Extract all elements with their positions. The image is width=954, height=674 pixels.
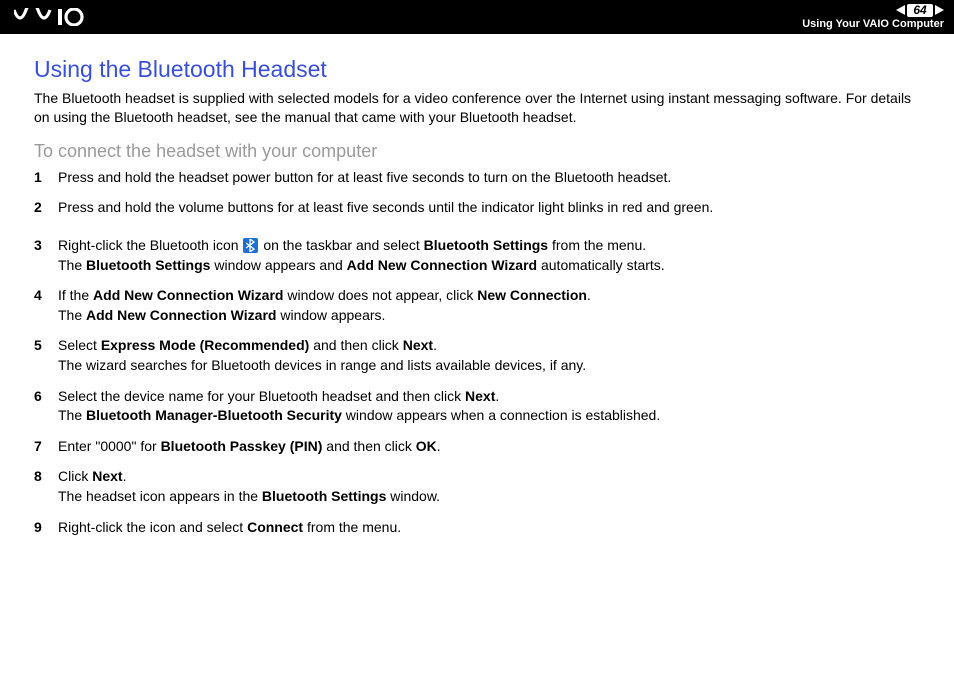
bold-text: Add New Connection Wizard — [86, 307, 276, 323]
bold-text: Add New Connection Wizard — [347, 257, 537, 273]
steps-list: 1 Press and hold the headset power butto… — [34, 168, 920, 537]
page-nav: 64 — [896, 4, 944, 17]
step-text: The headset icon appears in the — [58, 488, 262, 504]
subheading: To connect the headset with your compute… — [34, 141, 920, 162]
intro-paragraph: The Bluetooth headset is supplied with s… — [34, 89, 920, 127]
step-text: Enter "0000" for — [58, 438, 161, 454]
step-8: 8 Click Next. The headset icon appears i… — [34, 467, 920, 506]
step-1: 1 Press and hold the headset power butto… — [34, 168, 920, 188]
step-number: 4 — [34, 286, 42, 306]
step-text: If the — [58, 287, 93, 303]
prev-page-arrow-icon[interactable] — [896, 5, 905, 15]
bold-text: OK — [416, 438, 437, 454]
step-text: window appears and — [210, 257, 346, 273]
step-text: window appears. — [276, 307, 385, 323]
step-4: 4 If the Add New Connection Wizard windo… — [34, 286, 920, 325]
step-6: 6 Select the device name for your Blueto… — [34, 387, 920, 426]
vaio-logo — [14, 8, 106, 26]
breadcrumb: Using Your VAIO Computer — [802, 18, 944, 30]
bold-text: Add New Connection Wizard — [93, 287, 283, 303]
page-number: 64 — [907, 4, 933, 17]
step-text: . — [433, 337, 437, 353]
step-text: window. — [386, 488, 440, 504]
bold-text: Bluetooth Passkey (PIN) — [161, 438, 323, 454]
step-text: Select — [58, 337, 101, 353]
bold-text: Express Mode (Recommended) — [101, 337, 310, 353]
bold-text: Next — [465, 388, 495, 404]
step-number: 9 — [34, 518, 42, 538]
bold-text: Bluetooth Manager-Bluetooth Security — [86, 407, 342, 423]
step-text: and then click — [322, 438, 415, 454]
step-number: 5 — [34, 336, 42, 356]
step-5: 5 Select Express Mode (Recommended) and … — [34, 336, 920, 375]
page-content: Using the Bluetooth Headset The Bluetoot… — [0, 34, 954, 568]
step-text: . — [437, 438, 441, 454]
step-7: 7 Enter "0000" for Bluetooth Passkey (PI… — [34, 437, 920, 457]
step-text: Press and hold the headset power button … — [58, 169, 671, 185]
step-number: 2 — [34, 198, 42, 218]
step-text: The — [58, 407, 86, 423]
header-right: 64 Using Your VAIO Computer — [802, 4, 944, 30]
step-text: Click — [58, 468, 92, 484]
bold-text: Connect — [247, 519, 303, 535]
bold-text: Bluetooth Settings — [262, 488, 386, 504]
step-text: from the menu. — [303, 519, 401, 535]
step-text: window appears when a connection is esta… — [342, 407, 660, 423]
step-text: Press and hold the volume buttons for at… — [58, 199, 713, 215]
step-text: . — [495, 388, 499, 404]
bold-text: Next — [92, 468, 122, 484]
step-text: automatically starts. — [537, 257, 665, 273]
step-text: and then click — [309, 337, 402, 353]
step-2: 2 Press and hold the volume buttons for … — [34, 198, 920, 218]
bold-text: New Connection — [477, 287, 587, 303]
step-text: The wizard searches for Bluetooth device… — [58, 357, 586, 373]
step-number: 1 — [34, 168, 42, 188]
step-number: 7 — [34, 437, 42, 457]
step-text: on the taskbar and select — [259, 237, 423, 253]
step-text: The — [58, 307, 86, 323]
bold-text: Bluetooth Settings — [86, 257, 210, 273]
step-text: Right-click the Bluetooth icon — [58, 237, 242, 253]
step-text: . — [587, 287, 591, 303]
section-title: Using the Bluetooth Headset — [34, 56, 920, 83]
step-3: 3 Right-click the Bluetooth icon on the … — [34, 236, 920, 275]
step-text: The — [58, 257, 86, 273]
bluetooth-icon — [243, 238, 258, 253]
next-page-arrow-icon[interactable] — [935, 5, 944, 15]
step-text: Right-click the icon and select — [58, 519, 247, 535]
step-9: 9 Right-click the icon and select Connec… — [34, 518, 920, 538]
bold-text: Next — [403, 337, 433, 353]
step-text: . — [123, 468, 127, 484]
step-number: 3 — [34, 236, 42, 256]
header-bar: 64 Using Your VAIO Computer — [0, 0, 954, 34]
step-number: 8 — [34, 467, 42, 487]
step-text: from the menu. — [548, 237, 646, 253]
step-text: window does not appear, click — [283, 287, 477, 303]
step-number: 6 — [34, 387, 42, 407]
bold-text: Bluetooth Settings — [424, 237, 548, 253]
step-text: Select the device name for your Bluetoot… — [58, 388, 465, 404]
